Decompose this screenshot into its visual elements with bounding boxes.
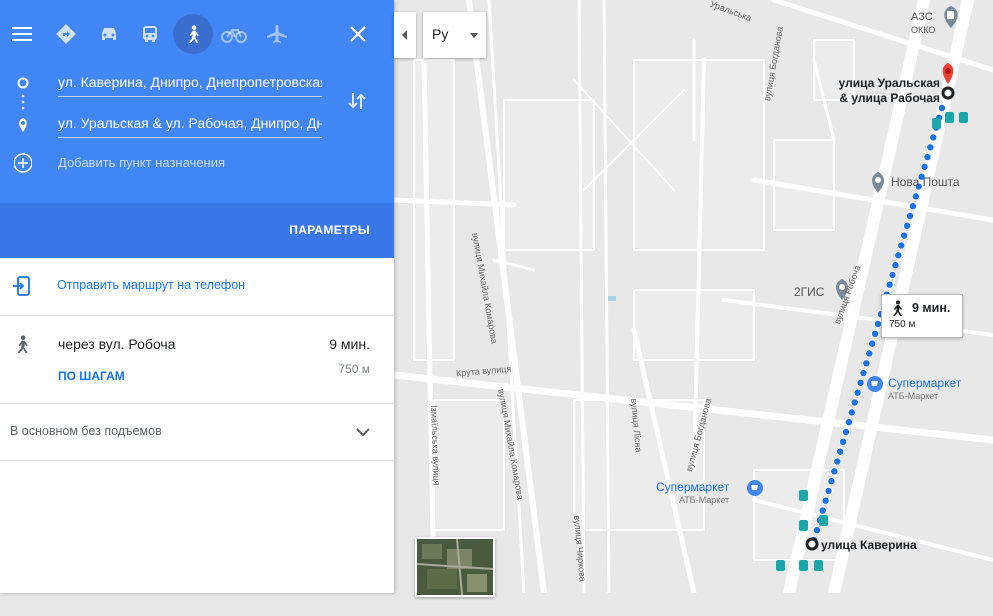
route-dot — [871, 329, 880, 338]
route-dot — [903, 221, 912, 230]
car-icon — [102, 28, 116, 40]
walk-icon — [893, 300, 902, 316]
directions-panel: ул. Каверина, Днипро, Днепропетровская у… — [0, 0, 394, 593]
chevron-down-icon — [470, 33, 478, 38]
route-dot — [865, 349, 874, 358]
transit-icon — [143, 26, 157, 42]
poi-supermarket1-label[interactable]: Супермаркет — [888, 376, 961, 390]
tooltip-time: 9 мин. — [912, 301, 951, 315]
chevron-down-icon — [356, 428, 370, 437]
route-dot — [847, 408, 856, 417]
menu-icon — [12, 27, 32, 41]
route-dot — [812, 526, 821, 535]
waypoint-icons — [14, 77, 32, 173]
mode-car-button[interactable] — [89, 14, 129, 54]
route-dot — [856, 378, 865, 387]
route-dot — [841, 427, 850, 436]
elevation-row[interactable]: В основном без подъемов — [0, 404, 394, 461]
send-to-phone-label: Отправить маршрут на телефон — [57, 278, 246, 292]
poi-2gis-label[interactable]: 2ГИС — [794, 285, 824, 299]
route-dot — [929, 133, 938, 142]
route-dot — [833, 457, 842, 466]
route-dot — [859, 369, 868, 378]
route-dot — [850, 398, 859, 407]
origin-dot-icon — [17, 77, 29, 89]
directions-icon — [56, 24, 76, 44]
flight-icon — [267, 25, 287, 43]
language-selector[interactable]: Ру — [423, 12, 486, 58]
route-option[interactable]: через вул. Робоча 9 мин. 750 м ПО ШАГАМ — [0, 315, 394, 404]
close-button[interactable] — [338, 14, 378, 54]
mode-best-button[interactable] — [46, 14, 86, 54]
elevation-label: В основном без подъемов — [10, 424, 162, 438]
close-icon — [350, 26, 366, 42]
destination-input[interactable]: ул. Уральская & ул. Рабочая, Днипро, Дне… — [58, 111, 322, 138]
route-dot — [900, 231, 909, 240]
destination-label-line1: улица Уральская — [838, 76, 940, 90]
route-dot — [911, 192, 920, 201]
route-dot — [862, 359, 871, 368]
mode-transit-button[interactable] — [130, 14, 170, 54]
parameters-button[interactable]: ПАРАМЕТРЫ — [289, 223, 370, 237]
route-dot — [827, 477, 836, 486]
mode-flight-button[interactable] — [257, 14, 297, 54]
caret-left-icon — [402, 30, 407, 40]
route-dot — [888, 270, 897, 279]
swap-icon[interactable] — [346, 90, 368, 112]
route-time-tooltip[interactable]: 9 мин. 750 м — [881, 294, 963, 338]
route-dot — [844, 418, 853, 427]
route-time: 9 мин. — [329, 336, 370, 352]
tooltip-distance: 750 м — [889, 319, 916, 330]
route-dot — [906, 211, 915, 220]
walk-icon — [17, 335, 28, 354]
route-distance: 750 м — [338, 362, 370, 376]
poi-supermarket2-icon[interactable] — [747, 480, 763, 496]
satellite-layer-toggle[interactable] — [415, 537, 495, 597]
origin-input[interactable]: ул. Каверина, Днипро, Днепропетровская — [58, 70, 322, 97]
collapse-panel-button[interactable] — [394, 12, 416, 58]
menu-button[interactable] — [2, 14, 42, 54]
route-dot — [894, 251, 903, 260]
mode-bike-button[interactable] — [214, 14, 254, 54]
route-dot — [836, 447, 845, 456]
route-dot — [824, 486, 833, 495]
poi-supermarket2-label[interactable]: Супермаркет — [656, 480, 729, 494]
poi-supermarket2-sub: АТБ-Маркет — [679, 495, 730, 505]
route-dot — [868, 339, 877, 348]
bike-icon — [221, 29, 247, 43]
walk-icon — [188, 25, 199, 44]
route-dot — [926, 143, 935, 152]
mode-walk-button[interactable] — [173, 14, 213, 54]
poi-okko-label[interactable]: ОККО — [911, 25, 935, 35]
route-dot — [821, 496, 830, 505]
travel-mode-bar — [0, 14, 394, 58]
route-via: через вул. Робоча — [58, 336, 176, 352]
destination-label-line2: & улица Рабочая — [839, 91, 940, 105]
destination-label: улица Уральская & улица Рабочая — [826, 76, 940, 106]
route-dot — [891, 261, 900, 270]
route-dot — [853, 388, 862, 397]
route-dot — [830, 467, 839, 476]
route-dot — [818, 506, 827, 515]
directions-header: ул. Каверина, Днипро, Днепропетровская у… — [0, 0, 394, 258]
poi-novaposhta-label[interactable]: Нова Пошта — [891, 175, 960, 189]
poi-supermarket1-icon[interactable] — [867, 376, 883, 392]
add-destination-button[interactable]: Добавить пункт назначения — [58, 155, 225, 170]
parameters-bar: ПАРАМЕТРЫ — [0, 203, 394, 258]
route-dot — [839, 437, 848, 446]
route-dot — [897, 241, 906, 250]
poi-azs-label[interactable]: АЗС — [911, 11, 933, 23]
route-dot — [885, 280, 894, 289]
destination-circle — [941, 86, 955, 100]
language-value: Ру — [432, 26, 449, 42]
send-to-phone-row[interactable]: Отправить маршрут на телефон — [0, 258, 394, 316]
origin-label: улица Каверина — [821, 538, 917, 552]
step-by-step-button[interactable]: ПО ШАГАМ — [58, 369, 125, 383]
send-to-phone-icon — [13, 276, 30, 296]
poi-supermarket1-sub: АТБ-Маркет — [888, 391, 939, 401]
origin-marker[interactable] — [805, 537, 819, 551]
route-dot — [923, 153, 932, 162]
route-dot — [908, 202, 917, 211]
route-dot — [920, 162, 929, 171]
